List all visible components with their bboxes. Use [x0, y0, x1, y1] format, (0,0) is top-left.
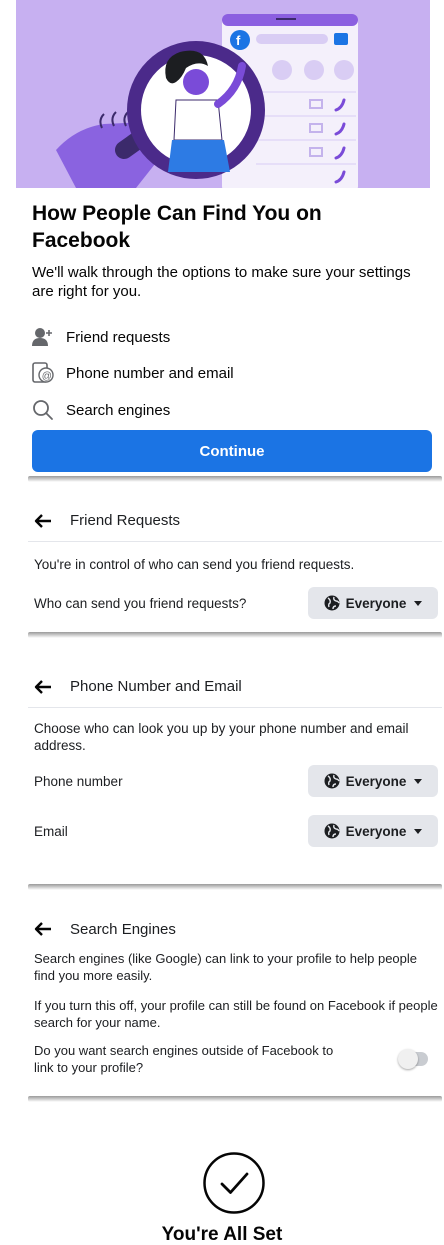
checkmark-circle-icon — [202, 1151, 266, 1215]
friend-requests-panel: Friend Requests You're in control of who… — [28, 500, 442, 630]
option-label: Phone number and email — [66, 364, 234, 382]
globe-icon — [324, 823, 340, 839]
phone-number-row: Phone number Everyone — [34, 765, 438, 797]
dropdown-value: Everyone — [345, 773, 407, 789]
dropdown-value: Everyone — [345, 823, 407, 839]
caret-down-icon — [414, 778, 423, 784]
phone-audience-dropdown[interactable]: Everyone — [308, 765, 438, 797]
caret-down-icon — [414, 600, 423, 606]
setting-label: Phone number — [34, 773, 123, 789]
globe-icon — [324, 595, 340, 611]
panel-description: Search engines (like Google) can link to… — [34, 951, 418, 983]
search-icon — [32, 399, 58, 421]
option-phone-email: @ Phone number and email — [32, 360, 234, 386]
divider-shadow — [28, 1096, 442, 1102]
svg-text:@: @ — [42, 371, 52, 382]
search-engines-panel: Search Engines Search engines (like Goog… — [28, 912, 442, 1098]
friend-requests-header: Friend Requests — [28, 500, 442, 542]
panel-title: Friend Requests — [70, 512, 181, 529]
search-engines-header: Search Engines — [28, 912, 442, 946]
friend-requests-row: Who can send you friend requests? Everyo… — [34, 587, 438, 619]
page-subtitle: We'll walk through the options to make s… — [32, 264, 411, 300]
phone-email-icon: @ — [32, 362, 58, 384]
phone-email-panel: Phone Number and Email Choose who can lo… — [28, 666, 442, 886]
completion-title: You're All Set — [161, 1224, 283, 1245]
divider-shadow — [28, 884, 442, 890]
panel-title: Search Engines — [70, 920, 176, 938]
back-arrow-icon[interactable] — [34, 512, 56, 530]
page-title: How People Can Find You on Facebook — [32, 202, 322, 252]
hero-illustration: f — [16, 0, 430, 188]
svg-text:f: f — [236, 33, 241, 48]
option-label: Friend requests — [66, 328, 171, 346]
phone-email-header: Phone Number and Email — [28, 666, 442, 708]
option-friend-requests: Friend requests — [32, 324, 170, 350]
email-audience-dropdown[interactable]: Everyone — [308, 815, 438, 847]
setting-label: Do you want search engines outside of Fa… — [34, 1043, 334, 1075]
email-row: Email Everyone — [34, 815, 438, 847]
option-search-engines: Search engines — [32, 397, 170, 423]
panel-title: Phone Number and Email — [70, 678, 242, 695]
panel-description-secondary: If you turn this off, your profile can s… — [34, 998, 438, 1030]
caret-down-icon — [414, 828, 423, 834]
search-engine-toggle[interactable] — [398, 1049, 428, 1069]
setting-label: Email — [34, 823, 68, 839]
dropdown-value: Everyone — [345, 595, 407, 611]
back-arrow-icon[interactable] — [34, 920, 56, 938]
audience-dropdown[interactable]: Everyone — [308, 587, 438, 619]
divider-shadow — [28, 476, 442, 482]
globe-icon — [324, 773, 340, 789]
back-arrow-icon[interactable] — [34, 678, 56, 696]
continue-button[interactable]: Continue — [32, 430, 432, 472]
search-engine-row: Do you want search engines outside of Fa… — [34, 1042, 438, 1076]
add-friend-icon — [32, 326, 58, 348]
panel-description: You're in control of who can send you fr… — [34, 557, 355, 572]
setting-label: Who can send you friend requests? — [34, 595, 247, 611]
option-label: Search engines — [66, 401, 171, 419]
panel-description: Choose who can look you up by your phone… — [34, 721, 409, 753]
divider-shadow — [28, 632, 442, 638]
toggle-knob — [398, 1049, 418, 1069]
